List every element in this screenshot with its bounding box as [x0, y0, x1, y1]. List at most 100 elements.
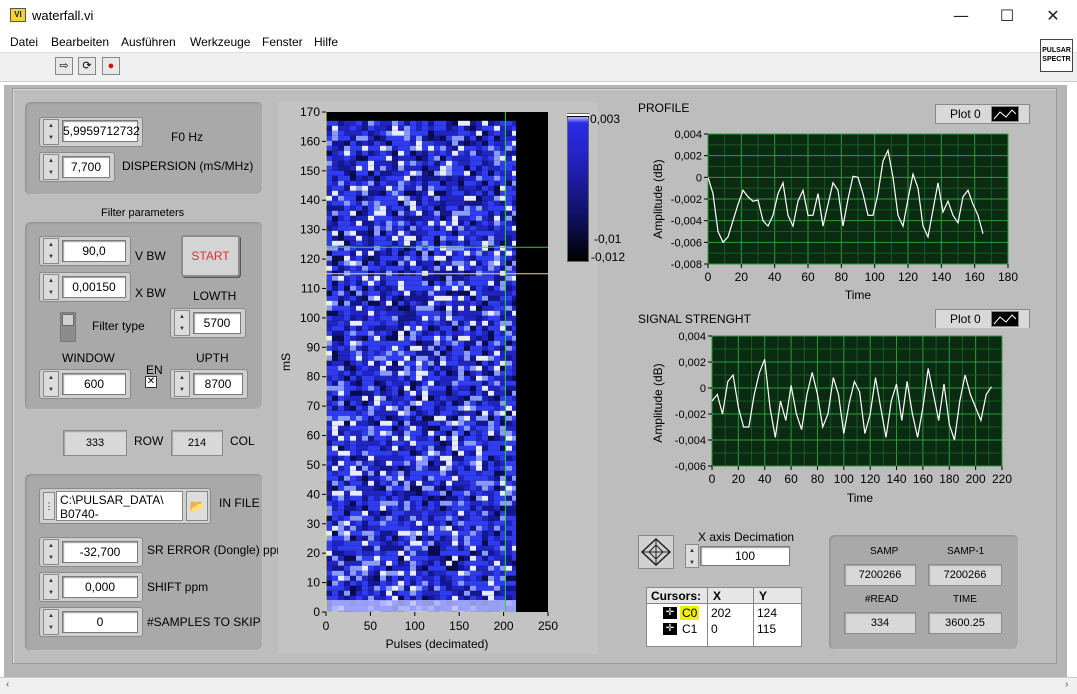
menu-ausfuehren[interactable]: Ausführen — [121, 35, 176, 49]
waterfall-cell — [488, 575, 494, 581]
minimize-button[interactable]: — — [938, 0, 984, 32]
dispersion-spin-icon[interactable]: ▲ ▼ — [43, 154, 59, 180]
menu-datei[interactable]: Datei — [10, 35, 38, 49]
vbw-input[interactable]: 90,0 — [62, 240, 126, 262]
cursor-c0-name[interactable]: C0 — [680, 606, 700, 620]
vbw-spin-icon[interactable]: ▲ ▼ — [43, 238, 59, 264]
waterfall-cell — [446, 295, 452, 301]
close-button[interactable]: ✕ — [1030, 0, 1076, 32]
scroll-right-icon[interactable]: › — [1065, 679, 1068, 690]
waterfall-cell — [422, 165, 428, 171]
menu-fenster[interactable]: Fenster — [262, 35, 303, 49]
waterfall-cell — [410, 370, 416, 376]
waterfall-cell — [476, 410, 482, 416]
waterfall-cell — [416, 490, 422, 496]
maximize-button[interactable]: ☐ — [984, 0, 1030, 32]
cursor-c0-icon[interactable]: ✛ — [663, 607, 677, 619]
waterfall-cell — [368, 230, 374, 236]
waterfall-cell — [326, 120, 332, 126]
signal-chart[interactable]: 0,0040,0020-0,002-0,004-0,006 0 20 40 60 80 1… — [638, 328, 1038, 508]
menu-bearbeiten[interactable]: Bearbeiten — [51, 35, 109, 49]
in-file-path-input[interactable]: C:\PULSAR_DATA\ B0740- — [56, 491, 183, 521]
waterfall-cell — [416, 300, 422, 306]
x-decimation-spin-icon[interactable]: ▲ ▼ — [685, 544, 699, 568]
waterfall-x-tick-label: 100 — [405, 619, 425, 633]
profile-legend-swatch[interactable] — [991, 106, 1019, 122]
waterfall-cell — [326, 210, 332, 216]
graph-palette-icon[interactable] — [638, 535, 674, 569]
waterfall-cell — [446, 125, 452, 131]
f0-input[interactable]: 5,9959712732 — [62, 120, 140, 142]
waterfall-cell — [410, 345, 416, 351]
xbw-spin-icon[interactable]: ▲ ▼ — [43, 274, 59, 300]
horizontal-scrollbar[interactable] — [0, 677, 1077, 694]
menu-werkzeuge[interactable]: Werkzeuge — [190, 35, 250, 49]
waterfall-cell — [476, 445, 482, 451]
signal-legend-swatch[interactable] — [991, 311, 1019, 327]
waterfall-cell — [350, 435, 356, 441]
waterfall-cell — [404, 355, 410, 361]
waterfall-cell — [392, 395, 398, 401]
run-arrow-icon[interactable]: ⇨ — [55, 57, 73, 75]
waterfall-cell — [458, 260, 464, 266]
shift-input[interactable]: 0,000 — [62, 576, 138, 598]
sr-error-spin-icon[interactable]: ▲ ▼ — [43, 539, 59, 565]
waterfall-cell — [392, 235, 398, 241]
run-continuously-icon[interactable]: ⟳ — [78, 57, 96, 75]
path-type-icon[interactable]: ⋮ — [43, 492, 55, 520]
waterfall-cell — [494, 255, 500, 261]
browse-folder-icon[interactable]: 📂 — [186, 491, 208, 521]
en-checkbox[interactable]: ✕ — [145, 376, 157, 388]
menu-hilfe[interactable]: Hilfe — [314, 35, 338, 49]
waterfall-cell — [368, 305, 374, 311]
color-scale-ramp[interactable] — [567, 113, 589, 262]
waterfall-intensity-graph[interactable]: 0102030405060708090100110120130140150160… — [278, 102, 598, 654]
start-button[interactable]: START — [181, 235, 240, 277]
waterfall-cell — [494, 520, 500, 526]
waterfall-cell — [338, 275, 344, 281]
cursor-legend[interactable]: Cursors: X Y ✛ C0 202 124 ✛ C1 0 115 — [646, 587, 802, 647]
skip-input[interactable]: 0 — [62, 611, 138, 633]
waterfall-cell — [452, 460, 458, 466]
waterfall-cell — [344, 335, 350, 341]
scroll-left-icon[interactable]: ‹ — [6, 679, 9, 690]
window-label: WINDOW — [62, 351, 115, 365]
shift-spin-icon[interactable]: ▲ ▼ — [43, 574, 59, 600]
waterfall-cell — [476, 420, 482, 426]
lowth-input[interactable]: 5700 — [193, 312, 241, 334]
window-spin-icon[interactable]: ▲ ▼ — [43, 371, 59, 397]
waterfall-cell — [422, 390, 428, 396]
abort-execution-icon[interactable]: ● — [102, 57, 120, 75]
cursor-c1-name[interactable]: C1 — [682, 622, 697, 636]
waterfall-cell — [374, 555, 380, 561]
sr-error-input[interactable]: -32,700 — [62, 541, 138, 563]
waterfall-cell — [356, 440, 362, 446]
waterfall-cell — [458, 200, 464, 206]
waterfall-cell — [512, 415, 517, 421]
waterfall-cell — [428, 210, 434, 216]
x-decimation-input[interactable]: 100 — [700, 546, 790, 566]
waterfall-x-tick-label: 200 — [494, 619, 514, 633]
skip-spin-icon[interactable]: ▲ ▼ — [43, 609, 59, 635]
waterfall-cell — [512, 430, 517, 436]
waterfall-cell — [494, 510, 500, 516]
waterfall-cell — [446, 155, 452, 161]
waterfall-cell — [326, 460, 332, 466]
cursor-c1-icon[interactable]: ✛ — [663, 623, 677, 635]
xbw-input[interactable]: 0,00150 — [62, 276, 126, 298]
waterfall-cell — [338, 425, 344, 431]
profile-chart[interactable]: 0,0040,0020-0,002-0,004-0,006-0,008 0 20 4… — [638, 124, 1038, 302]
upth-input[interactable]: 8700 — [193, 373, 243, 395]
lowth-spin-icon[interactable]: ▲ ▼ — [174, 310, 190, 336]
waterfall-cell — [434, 450, 440, 456]
window-input[interactable]: 600 — [62, 373, 126, 395]
waterfall-cell — [416, 340, 422, 346]
waterfall-cell — [398, 300, 404, 306]
f0-spin-icon[interactable]: ▲ ▼ — [43, 119, 59, 145]
dispersion-input[interactable]: 7,700 — [62, 156, 110, 178]
waterfall-cell — [458, 310, 464, 316]
waterfall-cell — [332, 335, 338, 341]
waterfall-cell — [458, 185, 464, 191]
upth-spin-icon[interactable]: ▲ ▼ — [174, 371, 190, 397]
waterfall-cell — [506, 120, 512, 126]
